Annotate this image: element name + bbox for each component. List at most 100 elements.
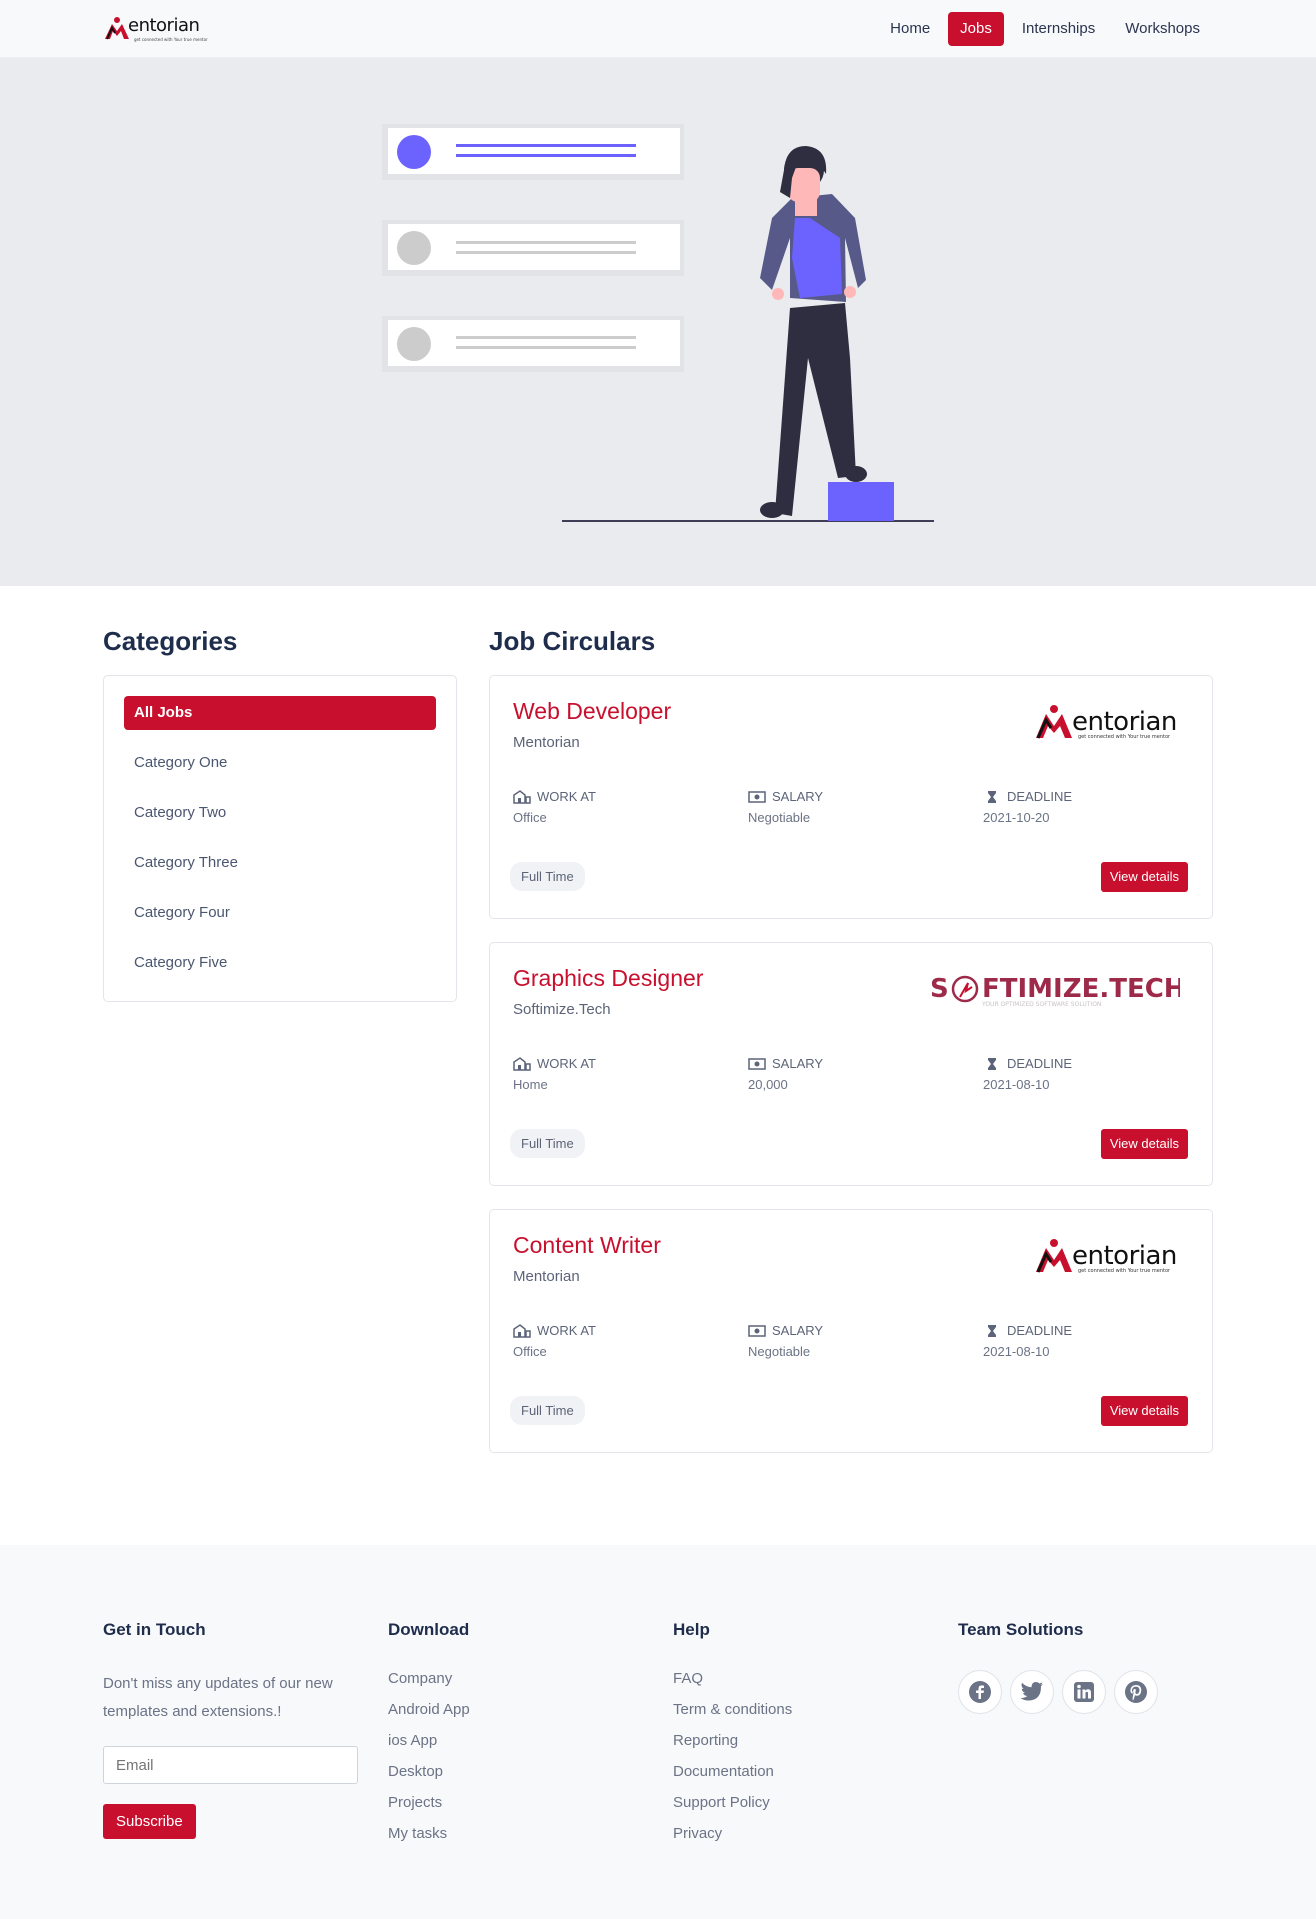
job-type-badge: Full Time <box>510 1129 585 1158</box>
hourglass-icon <box>988 1324 996 1337</box>
footer-link[interactable]: Android App <box>388 1701 470 1718</box>
salary-info: SALARY Negotiable <box>748 1323 948 1359</box>
work-at-info: WORK AT Office <box>513 789 713 825</box>
svg-text:entorian: entorian <box>1072 1241 1177 1271</box>
category-four[interactable]: Category Four <box>124 896 436 930</box>
newsletter-text: Don't miss any updates of our new templa… <box>103 1675 333 1720</box>
salary-value: Negotiable <box>748 810 811 825</box>
footer-heading: Team Solutions <box>958 1620 1084 1639</box>
subscribe-button[interactable]: Subscribe <box>103 1804 196 1839</box>
hourglass-icon <box>988 1057 996 1070</box>
category-two[interactable]: Category Two <box>124 796 436 830</box>
footer-heading: Get in Touch <box>103 1620 206 1639</box>
softimize-logo: S FTIMIZE.TECH YOUR OPTIMIZED SOFTWARE S… <box>930 973 1186 1013</box>
deadline-info: DEADLINE 2021-10-20 <box>983 789 1183 825</box>
softimize-logo-tagline: YOUR OPTIMIZED SOFTWARE SOLUTION <box>981 1001 1101 1008</box>
nav-jobs[interactable]: Jobs <box>948 12 1004 46</box>
job-title[interactable]: Graphics Designer <box>513 965 703 992</box>
view-details-button[interactable]: View details <box>1100 862 1188 892</box>
brand-name: entorian <box>128 15 200 36</box>
job-type-badge: Full Time <box>510 862 585 891</box>
linkedin-icon[interactable] <box>1062 1670 1106 1714</box>
categories-heading: Categories <box>103 626 238 656</box>
building-icon <box>513 789 531 804</box>
mentorian-m-icon <box>105 17 129 40</box>
footer-link[interactable]: Support Policy <box>673 1794 792 1811</box>
brand-tagline: get connected with Your true mentor <box>134 37 208 42</box>
job-card: Web Developer Mentorian entorian get con… <box>489 675 1213 919</box>
job-company: Mentorian <box>513 1268 580 1285</box>
email-input[interactable] <box>103 1746 358 1784</box>
top-navbar: entorian get connected with Your true me… <box>0 0 1316 58</box>
footer-link[interactable]: My tasks <box>388 1825 470 1842</box>
categories-panel: All Jobs Category One Category Two Categ… <box>103 675 457 1002</box>
category-one[interactable]: Category One <box>124 746 436 780</box>
mentorian-logo: entorian get connected with Your true me… <box>1034 702 1184 746</box>
salary-value: 20,000 <box>748 1077 788 1092</box>
hero-illustration <box>382 124 934 522</box>
work-at-info: WORK AT Home <box>513 1056 713 1092</box>
nav-home[interactable]: Home <box>878 12 942 46</box>
footer-heading: Help <box>673 1620 710 1639</box>
footer-link[interactable]: Privacy <box>673 1825 792 1842</box>
footer-link[interactable]: FAQ <box>673 1670 792 1687</box>
footer-link[interactable]: Projects <box>388 1794 470 1811</box>
list-card-1 <box>382 124 684 180</box>
footer-help: Help FAQ Term & conditions Reporting Doc… <box>673 1620 792 1856</box>
hourglass-icon <box>988 790 996 803</box>
facebook-icon[interactable] <box>958 1670 1002 1714</box>
job-circulars-heading: Job Circulars <box>489 626 656 656</box>
social-links <box>958 1670 1158 1714</box>
category-three[interactable]: Category Three <box>124 846 436 880</box>
footer: Get in Touch Don't miss any updates of o… <box>0 1545 1316 1919</box>
job-type-badge: Full Time <box>510 1396 585 1425</box>
job-company: Softimize.Tech <box>513 1001 611 1018</box>
category-all-jobs[interactable]: All Jobs <box>124 696 436 730</box>
building-icon <box>513 1323 531 1338</box>
footer-get-in-touch: Get in Touch Don't miss any updates of o… <box>103 1620 358 1839</box>
nav-internships[interactable]: Internships <box>1010 12 1107 46</box>
mentorian-logo: entorian get connected with Your true me… <box>1034 1236 1184 1280</box>
work-at-info: WORK AT Office <box>513 1323 713 1359</box>
footer-link[interactable]: Term & conditions <box>673 1701 792 1718</box>
salary-value: Negotiable <box>748 1344 811 1359</box>
footer-link[interactable]: Documentation <box>673 1763 792 1780</box>
salary-info: SALARY 20,000 <box>748 1056 948 1092</box>
deadline-value: 2021-08-10 <box>983 1344 1050 1359</box>
footer-download: Download Company Android App ios App Des… <box>388 1620 470 1856</box>
job-card: Content Writer Mentorian entorian get co… <box>489 1209 1213 1453</box>
brand-logo[interactable]: entorian get connected with Your true me… <box>104 15 208 42</box>
main-nav: Home Jobs Internships Workshops <box>878 12 1212 46</box>
deadline-info: DEADLINE 2021-08-10 <box>983 1323 1183 1359</box>
list-card-3 <box>382 316 684 372</box>
money-icon <box>748 790 766 803</box>
job-title[interactable]: Web Developer <box>513 698 671 725</box>
money-icon <box>748 1057 766 1070</box>
svg-text:S: S <box>930 974 949 1004</box>
work-at-value: Office <box>513 810 547 825</box>
twitter-icon[interactable] <box>1010 1670 1054 1714</box>
view-details-button[interactable]: View details <box>1100 1129 1188 1159</box>
deadline-info: DEADLINE 2021-08-10 <box>983 1056 1183 1092</box>
svg-text:entorian: entorian <box>1072 707 1177 737</box>
hero-banner <box>0 58 1316 586</box>
footer-link[interactable]: Reporting <box>673 1732 792 1749</box>
footer-heading: Download <box>388 1620 470 1639</box>
deadline-value: 2021-10-20 <box>983 810 1050 825</box>
job-card: Graphics Designer Softimize.Tech S FTIMI… <box>489 942 1213 1186</box>
footer-link[interactable]: Company <box>388 1670 470 1687</box>
footer-link[interactable]: ios App <box>388 1732 470 1749</box>
mentorian-logo-tagline: get connected with Your true mentor <box>1078 1268 1171 1274</box>
pinterest-icon[interactable] <box>1114 1670 1158 1714</box>
footer-link[interactable]: Desktop <box>388 1763 470 1780</box>
money-icon <box>748 1324 766 1337</box>
footer-team-solutions: Team Solutions <box>958 1620 1158 1714</box>
building-icon <box>513 1056 531 1071</box>
work-at-value: Home <box>513 1077 548 1092</box>
work-at-value: Office <box>513 1344 547 1359</box>
salary-info: SALARY Negotiable <box>748 789 948 825</box>
nav-workshops[interactable]: Workshops <box>1113 12 1212 46</box>
view-details-button[interactable]: View details <box>1100 1396 1188 1426</box>
job-title[interactable]: Content Writer <box>513 1232 661 1259</box>
category-five[interactable]: Category Five <box>124 946 436 980</box>
